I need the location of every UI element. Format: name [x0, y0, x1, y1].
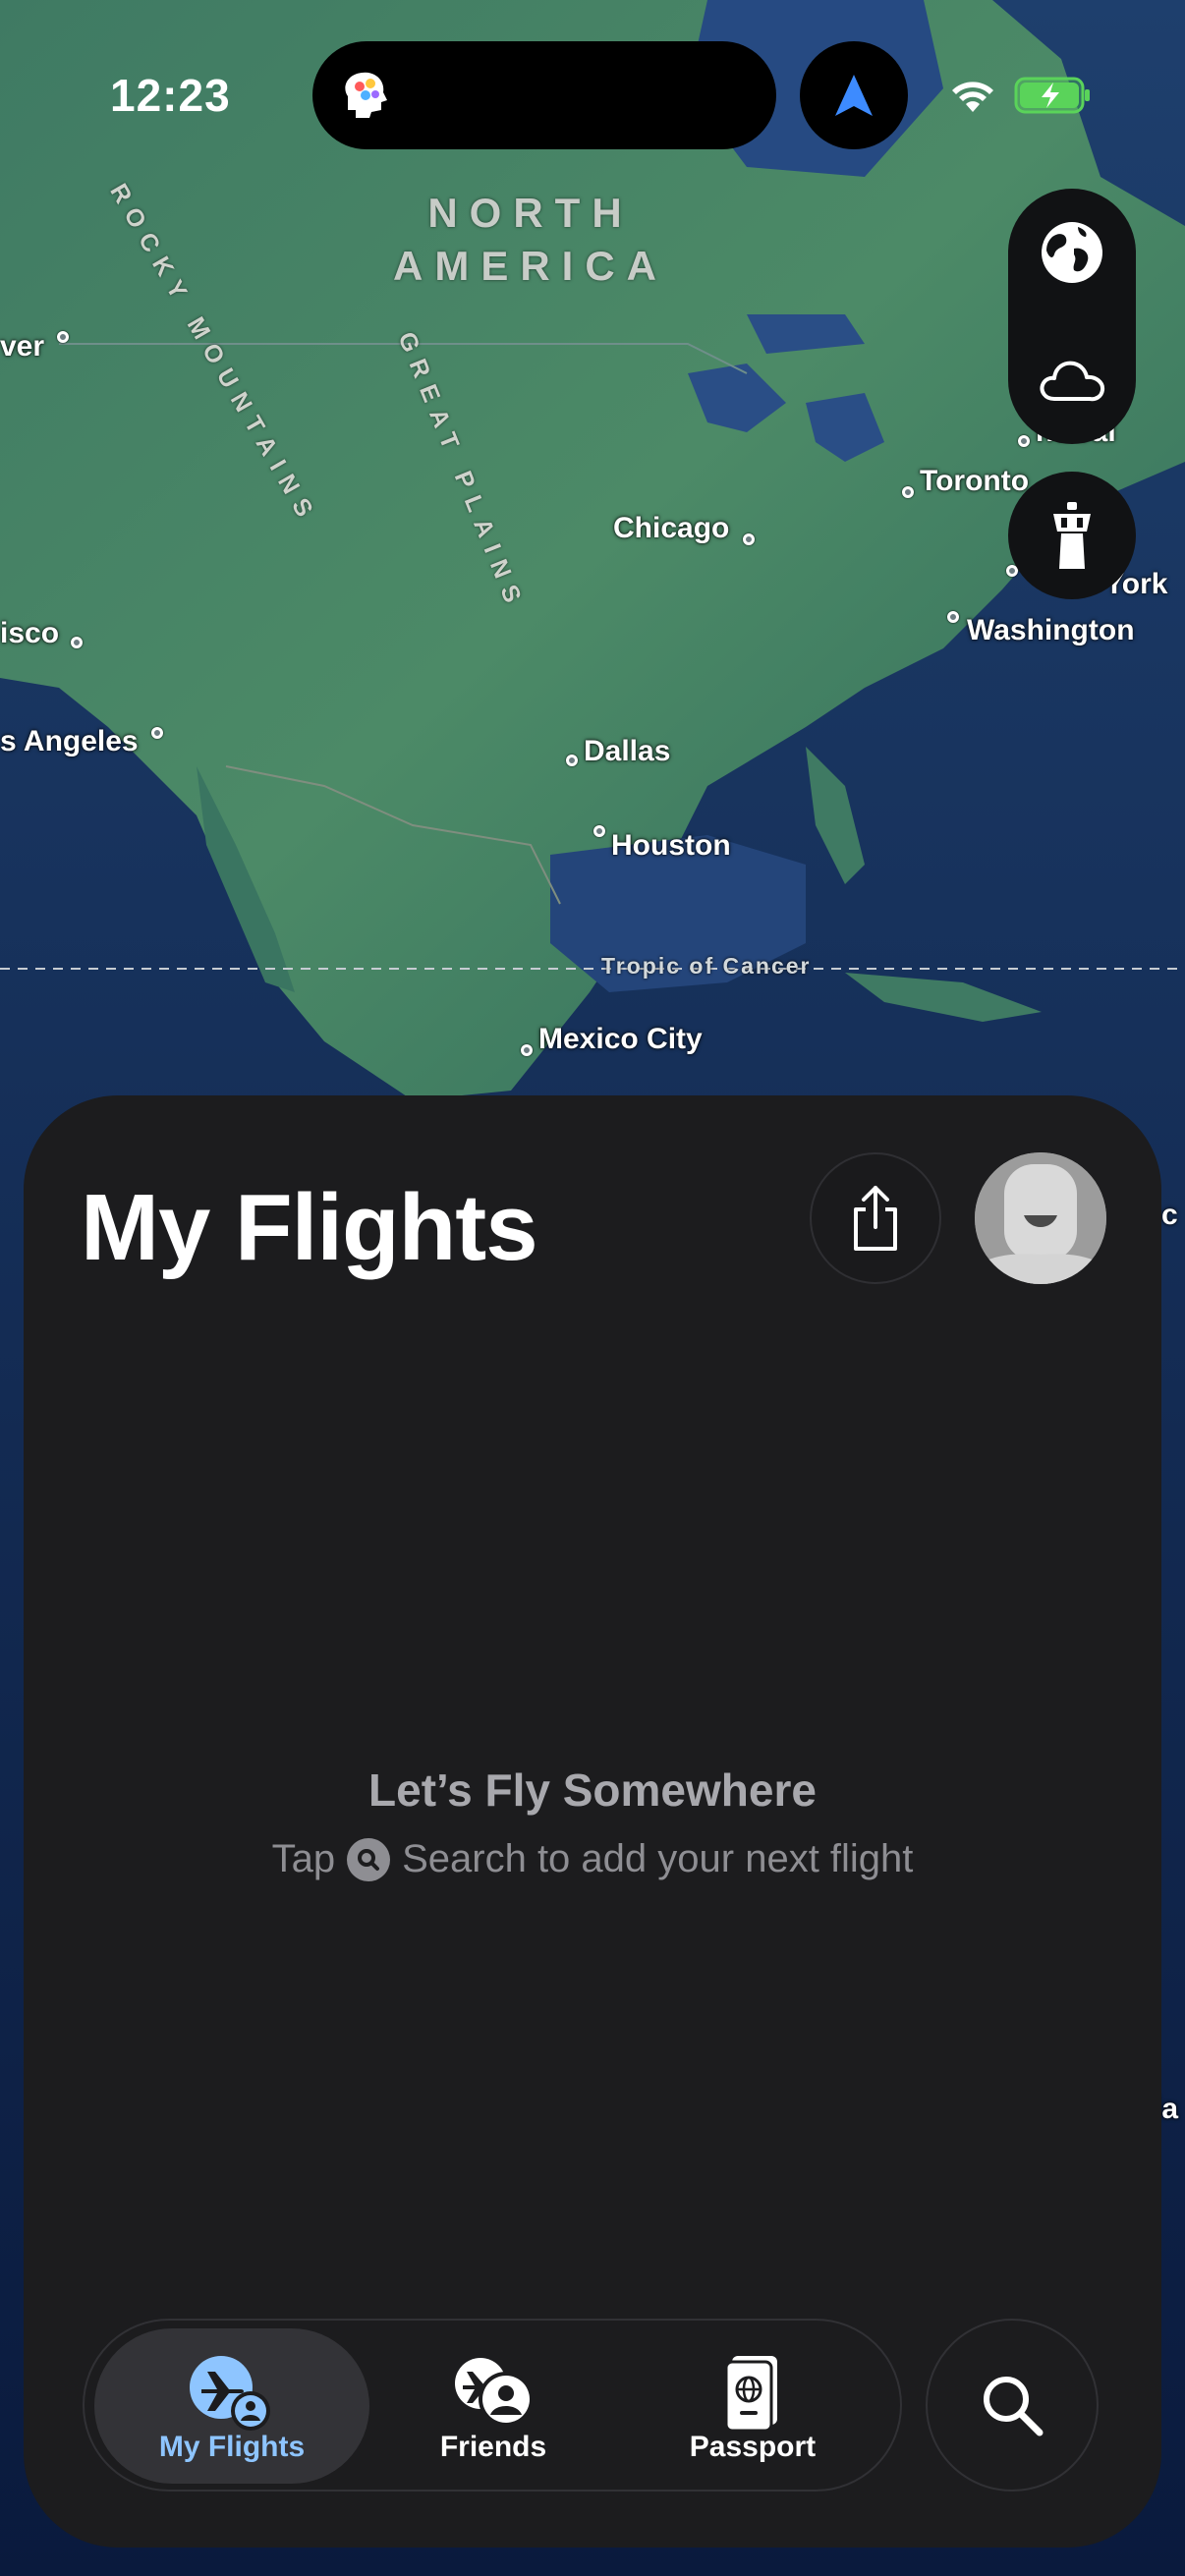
- region-label-line2: AMERICA: [393, 243, 668, 289]
- tab-label: My Flights: [158, 2431, 306, 2463]
- city-dot: [902, 486, 914, 498]
- tab-bar: My Flights Friends Passport: [83, 2319, 902, 2492]
- city-dot: [521, 1044, 533, 1056]
- wifi-icon: [952, 82, 993, 112]
- city-chicago[interactable]: Chicago: [613, 514, 729, 543]
- profile-avatar[interactable]: [975, 1152, 1106, 1284]
- empty-state-title: Let’s Fly Somewhere: [368, 1764, 817, 1816]
- city-los-angeles[interactable]: s Angeles: [0, 727, 139, 756]
- city-dot: [593, 825, 605, 837]
- city-dallas[interactable]: Dallas: [584, 737, 670, 766]
- inline-search-icon: [347, 1837, 391, 1881]
- tab-friends[interactable]: Friends: [356, 2328, 631, 2484]
- globe-icon: [1042, 222, 1102, 283]
- city-dot: [566, 755, 578, 766]
- city-houston[interactable]: Houston: [611, 831, 731, 861]
- region-label-line1: NORTH: [427, 190, 634, 236]
- city-vancouver[interactable]: ver: [0, 332, 44, 362]
- tower-icon: [1053, 502, 1091, 569]
- share-button[interactable]: [810, 1152, 941, 1284]
- screen: NORTH AMERICA ROCKY MOUNTAINS GREAT PLAI…: [0, 0, 1185, 2576]
- avatar-icon: [975, 1152, 1106, 1284]
- friends-icon: [455, 2358, 534, 2427]
- globe-button[interactable]: [1008, 189, 1136, 316]
- city-dot: [743, 533, 755, 545]
- tab-my-flights[interactable]: My Flights: [94, 2328, 369, 2484]
- airport-tower-button[interactable]: [1008, 472, 1136, 599]
- my-flights-icon: [190, 2356, 270, 2431]
- city-dot: [57, 331, 69, 343]
- my-flights-sheet: My Flights Let’s Fly Somewhere Tap Searc…: [24, 1095, 1161, 2548]
- city-edge-label: c: [1161, 1199, 1178, 1231]
- location-indicator: [800, 41, 908, 149]
- city-mexico-city[interactable]: Mexico City: [538, 1025, 703, 1054]
- weather-button[interactable]: [1008, 316, 1136, 444]
- city-dot: [71, 637, 83, 648]
- navigation-arrow-icon: [835, 75, 873, 116]
- live-activity-app-icon: [345, 72, 387, 118]
- empty-state-subtitle: Tap Search to add your next flight: [24, 1837, 1161, 1881]
- dynamic-island: [312, 41, 776, 149]
- map-controls: [1008, 189, 1136, 444]
- tab-label: Passport: [689, 2431, 817, 2463]
- city-toronto[interactable]: Toronto: [920, 467, 1029, 496]
- search-icon: [984, 2377, 1044, 2436]
- page-title: My Flights: [81, 1175, 538, 1280]
- status-time: 12:23: [110, 70, 231, 121]
- share-icon: [854, 1186, 897, 1251]
- city-dot: [947, 611, 959, 623]
- battery-charging-icon: [1014, 77, 1090, 114]
- passport-icon: [724, 2356, 777, 2433]
- tab-passport[interactable]: Passport: [615, 2328, 890, 2484]
- empty-state-prefix: Tap: [271, 1837, 336, 1880]
- city-san-francisco[interactable]: isco: [0, 619, 59, 648]
- tab-label: Friends: [439, 2431, 547, 2463]
- search-button[interactable]: [926, 2319, 1099, 2492]
- city-dot: [151, 727, 163, 739]
- tropic-label: Tropic of Cancer: [601, 953, 812, 979]
- city-washington[interactable]: Washington: [967, 616, 1135, 645]
- empty-state-suffix: Search to add your next flight: [402, 1837, 914, 1880]
- cloud-icon: [1040, 361, 1105, 402]
- region-label: NORTH AMERICA: [393, 187, 668, 293]
